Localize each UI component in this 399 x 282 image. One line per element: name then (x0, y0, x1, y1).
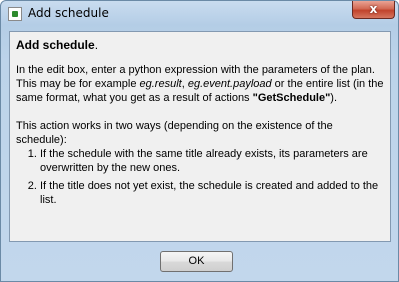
help-heading: Add schedule. (16, 38, 99, 52)
ok-button[interactable]: OK (160, 251, 233, 272)
help-paragraph-1: In the edit box, enter a python expressi… (16, 64, 384, 104)
title-bar[interactable]: Add schedule x (1, 1, 398, 28)
app-icon (8, 7, 22, 21)
help-paragraph-2: This action works in two ways (depending… (16, 120, 333, 146)
example-payload: eg.event.payload (187, 78, 272, 90)
close-button[interactable]: x (352, 1, 395, 19)
getschedule-action-name: "GetSchedule" (252, 92, 331, 104)
window-title: Add schedule (28, 6, 109, 20)
list-item: If the title does not yet exist, the sch… (40, 179, 384, 207)
help-text-panel: Add schedule. In the edit box, enter a p… (9, 31, 391, 242)
list-item: If the schedule with the same title alre… (40, 147, 384, 175)
example-result: eg.result (139, 78, 182, 90)
behavior-list: If the schedule with the same title alre… (16, 147, 384, 207)
dialog-window: Add schedule x Add schedule. In the edit… (0, 0, 399, 282)
close-icon: x (369, 2, 378, 16)
